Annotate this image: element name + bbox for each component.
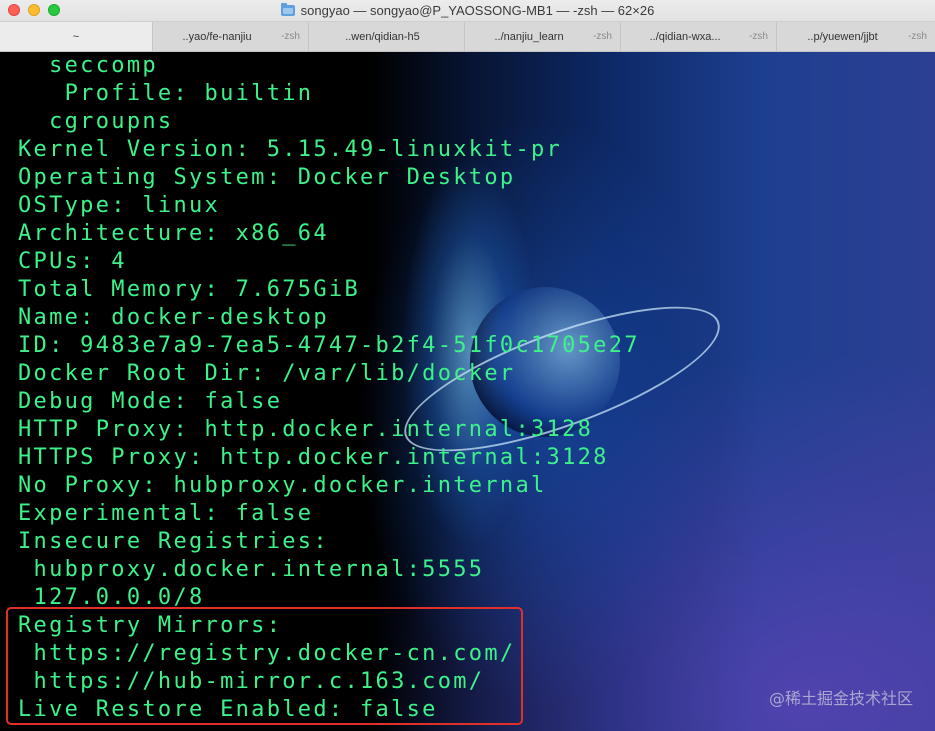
terminal-line: ID: 9483e7a9-7ea5-4747-b2f4-51f0c1705e27 [18, 333, 640, 358]
terminal-line: HTTP Proxy: http.docker.internal:3128 [18, 417, 594, 442]
terminal-line: Kernel Version: 5.15.49-linuxkit-pr [18, 137, 563, 162]
tab-shell-label: -zsh [281, 31, 300, 42]
terminal-line: OSType: linux [18, 193, 221, 218]
tab-label: ../nanjiu_learn [494, 30, 564, 43]
terminal-line: seccomp [18, 53, 158, 78]
window-title-group: songyao — songyao@P_YAOSSONG-MB1 — -zsh … [280, 3, 655, 18]
tab-jjbt[interactable]: ..p/yuewen/jjbt -zsh [776, 22, 935, 51]
title-bar[interactable]: songyao — songyao@P_YAOSSONG-MB1 — -zsh … [0, 0, 935, 22]
minimize-button[interactable] [28, 4, 40, 16]
zoom-button[interactable] [48, 4, 60, 16]
close-button[interactable] [8, 4, 20, 16]
terminal-line: Docker Root Dir: /var/lib/docker [18, 361, 516, 386]
window-controls [8, 4, 60, 16]
tab-shell-label: -zsh [593, 31, 612, 42]
folder-icon [280, 3, 295, 16]
terminal-line: No Proxy: hubproxy.docker.internal [18, 473, 547, 498]
terminal-line: Architecture: x86_64 [18, 221, 329, 246]
tab-shell-label: -zsh [749, 31, 768, 42]
terminal-line: Total Memory: 7.675GiB [18, 277, 360, 302]
tab-fe-nanjiu[interactable]: ..yao/fe-nanjiu -zsh [152, 22, 308, 51]
tab-qidian-h5[interactable]: ..wen/qidian-h5 [308, 22, 464, 51]
tab-label: ../qidian-wxa... [649, 30, 721, 43]
watermark: @稀土掘金技术社区 [768, 689, 913, 708]
terminal-line: hubproxy.docker.internal:5555 [18, 557, 485, 582]
window-title: songyao — songyao@P_YAOSSONG-MB1 — -zsh … [300, 3, 655, 18]
tab-bar: ~ ..yao/fe-nanjiu -zsh ..wen/qidian-h5 .… [0, 22, 935, 52]
tab-nanjiu-learn[interactable]: ../nanjiu_learn -zsh [464, 22, 620, 51]
tab-shell-label: -zsh [908, 31, 927, 42]
terminal-line: Debug Mode: false [18, 389, 283, 414]
registry-mirrors-highlight [6, 607, 523, 725]
terminal-line: HTTPS Proxy: http.docker.internal:3128 [18, 445, 609, 470]
terminal-line: CPUs: 4 [18, 249, 127, 274]
terminal-line: Profile: builtin [18, 81, 314, 106]
terminal-line: Experimental: false [18, 501, 314, 526]
terminal-line: Insecure Registries: [18, 529, 329, 554]
tab-label: ..p/yuewen/jjbt [807, 30, 878, 43]
tab-home[interactable]: ~ [0, 22, 152, 51]
terminal-output[interactable]: seccomp Profile: builtin cgroupns Kernel… [0, 52, 935, 731]
terminal-window: songyao — songyao@P_YAOSSONG-MB1 — -zsh … [0, 0, 935, 731]
terminal-line: Operating System: Docker Desktop [18, 165, 516, 190]
tab-qidian-wxa[interactable]: ../qidian-wxa... -zsh [620, 22, 776, 51]
tab-label: ..yao/fe-nanjiu [182, 30, 252, 43]
tab-label: ~ [72, 30, 80, 43]
terminal-line: Name: docker-desktop [18, 305, 329, 330]
tab-label: ..wen/qidian-h5 [345, 30, 420, 43]
terminal-line: cgroupns [18, 109, 174, 134]
